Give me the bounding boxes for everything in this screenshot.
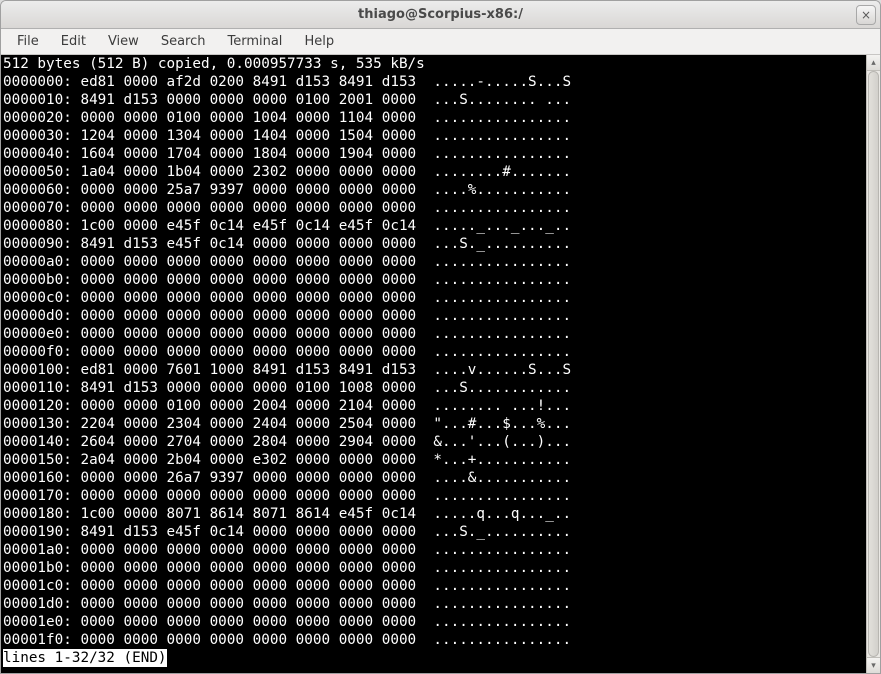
terminal-line: 00000b0: 0000 0000 0000 0000 0000 0000 0… <box>3 271 864 289</box>
vertical-scrollbar[interactable]: ▴ ▾ <box>866 55 880 673</box>
scrollbar-track[interactable] <box>867 71 880 657</box>
scrollbar-thumb[interactable] <box>868 71 879 657</box>
terminal-line: 00001b0: 0000 0000 0000 0000 0000 0000 0… <box>3 559 864 577</box>
terminal-line: 0000170: 0000 0000 0000 0000 0000 0000 0… <box>3 487 864 505</box>
menu-view[interactable]: View <box>98 31 149 52</box>
chevron-down-icon: ▾ <box>871 661 876 671</box>
terminal-line: 512 bytes (512 B) copied, 0.000957733 s,… <box>3 55 864 73</box>
terminal-line: 0000140: 2604 0000 2704 0000 2804 0000 2… <box>3 433 864 451</box>
scroll-down-button[interactable]: ▾ <box>867 657 880 673</box>
terminal-area: 512 bytes (512 B) copied, 0.000957733 s,… <box>1 55 880 673</box>
terminal-line: 00000e0: 0000 0000 0000 0000 0000 0000 0… <box>3 325 864 343</box>
menu-edit[interactable]: Edit <box>51 31 96 52</box>
window-title: thiago@Scorpius-x86:/ <box>358 7 523 22</box>
terminal-line: 00001a0: 0000 0000 0000 0000 0000 0000 0… <box>3 541 864 559</box>
terminal-line: 0000060: 0000 0000 25a7 9397 0000 0000 0… <box>3 181 864 199</box>
close-icon: × <box>861 8 871 22</box>
terminal-line: 00001d0: 0000 0000 0000 0000 0000 0000 0… <box>3 595 864 613</box>
terminal-line: 00000d0: 0000 0000 0000 0000 0000 0000 0… <box>3 307 864 325</box>
menu-help[interactable]: Help <box>294 31 344 52</box>
terminal-line: 0000010: 8491 d153 0000 0000 0000 0100 2… <box>3 91 864 109</box>
menu-search[interactable]: Search <box>151 31 216 52</box>
terminal-line: 0000040: 1604 0000 1704 0000 1804 0000 1… <box>3 145 864 163</box>
terminal-line: 0000160: 0000 0000 26a7 9397 0000 0000 0… <box>3 469 864 487</box>
terminal-line: 0000180: 1c00 0000 8071 8614 8071 8614 e… <box>3 505 864 523</box>
terminal-line: 00000c0: 0000 0000 0000 0000 0000 0000 0… <box>3 289 864 307</box>
menu-file[interactable]: File <box>7 31 49 52</box>
terminal-line: 0000100: ed81 0000 7601 1000 8491 d153 8… <box>3 361 864 379</box>
terminal-line: 0000000: ed81 0000 af2d 0200 8491 d153 8… <box>3 73 864 91</box>
terminal-line: 0000190: 8491 d153 e45f 0c14 0000 0000 0… <box>3 523 864 541</box>
terminal-line: 0000110: 8491 d153 0000 0000 0000 0100 1… <box>3 379 864 397</box>
terminal-line: 0000020: 0000 0000 0100 0000 1004 0000 1… <box>3 109 864 127</box>
terminal-line: 0000030: 1204 0000 1304 0000 1404 0000 1… <box>3 127 864 145</box>
menu-terminal[interactable]: Terminal <box>217 31 292 52</box>
terminal-line: 0000080: 1c00 0000 e45f 0c14 e45f 0c14 e… <box>3 217 864 235</box>
chevron-up-icon: ▴ <box>871 58 876 68</box>
terminal-line: 00001e0: 0000 0000 0000 0000 0000 0000 0… <box>3 613 864 631</box>
terminal-line: 0000090: 8491 d153 e45f 0c14 0000 0000 0… <box>3 235 864 253</box>
scroll-up-button[interactable]: ▴ <box>867 55 880 71</box>
terminal-line: 0000150: 2a04 0000 2b04 0000 e302 0000 0… <box>3 451 864 469</box>
terminal-line: 00001f0: 0000 0000 0000 0000 0000 0000 0… <box>3 631 864 649</box>
terminal-window: thiago@Scorpius-x86:/ × File Edit View S… <box>0 0 881 674</box>
terminal-line: 0000130: 2204 0000 2304 0000 2404 0000 2… <box>3 415 864 433</box>
terminal-output[interactable]: 512 bytes (512 B) copied, 0.000957733 s,… <box>1 55 866 673</box>
terminal-line: 0000050: 1a04 0000 1b04 0000 2302 0000 0… <box>3 163 864 181</box>
terminal-line: 0000070: 0000 0000 0000 0000 0000 0000 0… <box>3 199 864 217</box>
terminal-line: 00000f0: 0000 0000 0000 0000 0000 0000 0… <box>3 343 864 361</box>
titlebar: thiago@Scorpius-x86:/ × <box>1 1 880 29</box>
terminal-line: 00001c0: 0000 0000 0000 0000 0000 0000 0… <box>3 577 864 595</box>
menubar: File Edit View Search Terminal Help <box>1 29 880 55</box>
terminal-line: 00000a0: 0000 0000 0000 0000 0000 0000 0… <box>3 253 864 271</box>
pager-status-line: lines 1-32/32 (END) <box>3 649 167 667</box>
terminal-line: 0000120: 0000 0000 0100 0000 2004 0000 2… <box>3 397 864 415</box>
close-button[interactable]: × <box>856 5 876 25</box>
